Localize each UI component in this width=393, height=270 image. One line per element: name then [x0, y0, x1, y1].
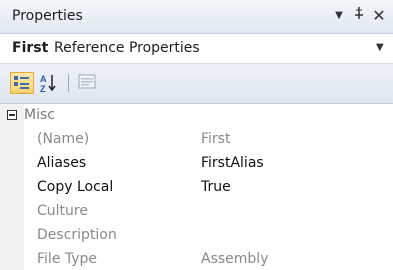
close-icon[interactable]: ✕: [370, 6, 388, 26]
chevron-down-icon[interactable]: ▼: [376, 42, 384, 53]
selected-object-name: First: [12, 40, 49, 56]
collapse-icon[interactable]: [7, 110, 17, 120]
property-name: (Name): [37, 131, 90, 147]
property-name: Culture: [37, 203, 88, 219]
alphabetical-button[interactable]: A Z: [38, 72, 62, 94]
properties-window: Properties ▼ ✕ First Reference Propertie…: [0, 0, 393, 270]
property-value[interactable]: True: [201, 179, 231, 195]
panel-title: Properties: [12, 8, 83, 24]
properties-titlebar[interactable]: Properties ▼ ✕: [0, 0, 393, 34]
property-name: Aliases: [37, 155, 87, 171]
property-row[interactable]: (Name) First: [0, 128, 393, 152]
svg-text:Z: Z: [40, 84, 46, 94]
alphabetical-sort-icon: A Z: [40, 74, 56, 94]
property-row[interactable]: File Type Assembly: [0, 248, 393, 270]
categorized-icon: [14, 76, 29, 89]
categorized-button[interactable]: [10, 72, 34, 94]
category-row-misc[interactable]: Misc: [0, 104, 393, 128]
object-selector[interactable]: First Reference Properties ▼: [0, 34, 393, 64]
property-pages-button[interactable]: [76, 72, 100, 94]
property-row[interactable]: Description: [0, 224, 393, 248]
property-name: Copy Local: [37, 179, 114, 195]
property-name: File Type: [37, 251, 98, 267]
property-row[interactable]: Copy Local True: [0, 176, 393, 200]
svg-text:A: A: [40, 74, 47, 84]
window-position-dropdown-icon[interactable]: ▼: [330, 6, 348, 26]
category-label: Misc: [24, 107, 55, 123]
property-name: Description: [37, 227, 117, 243]
property-value[interactable]: FirstAlias: [201, 155, 264, 171]
selected-object-type: Reference Properties: [54, 40, 200, 56]
pin-icon[interactable]: [350, 6, 368, 26]
properties-toolbar: A Z: [0, 64, 393, 104]
property-row[interactable]: Aliases FirstAlias: [0, 152, 393, 176]
property-pages-icon: [78, 74, 96, 89]
toolbar-separator: [68, 74, 69, 92]
property-row[interactable]: Culture: [0, 200, 393, 224]
property-value: First: [201, 131, 231, 147]
property-value: Assembly: [201, 251, 269, 267]
property-grid: Misc (Name) First Aliases FirstAlias Cop…: [0, 104, 393, 270]
